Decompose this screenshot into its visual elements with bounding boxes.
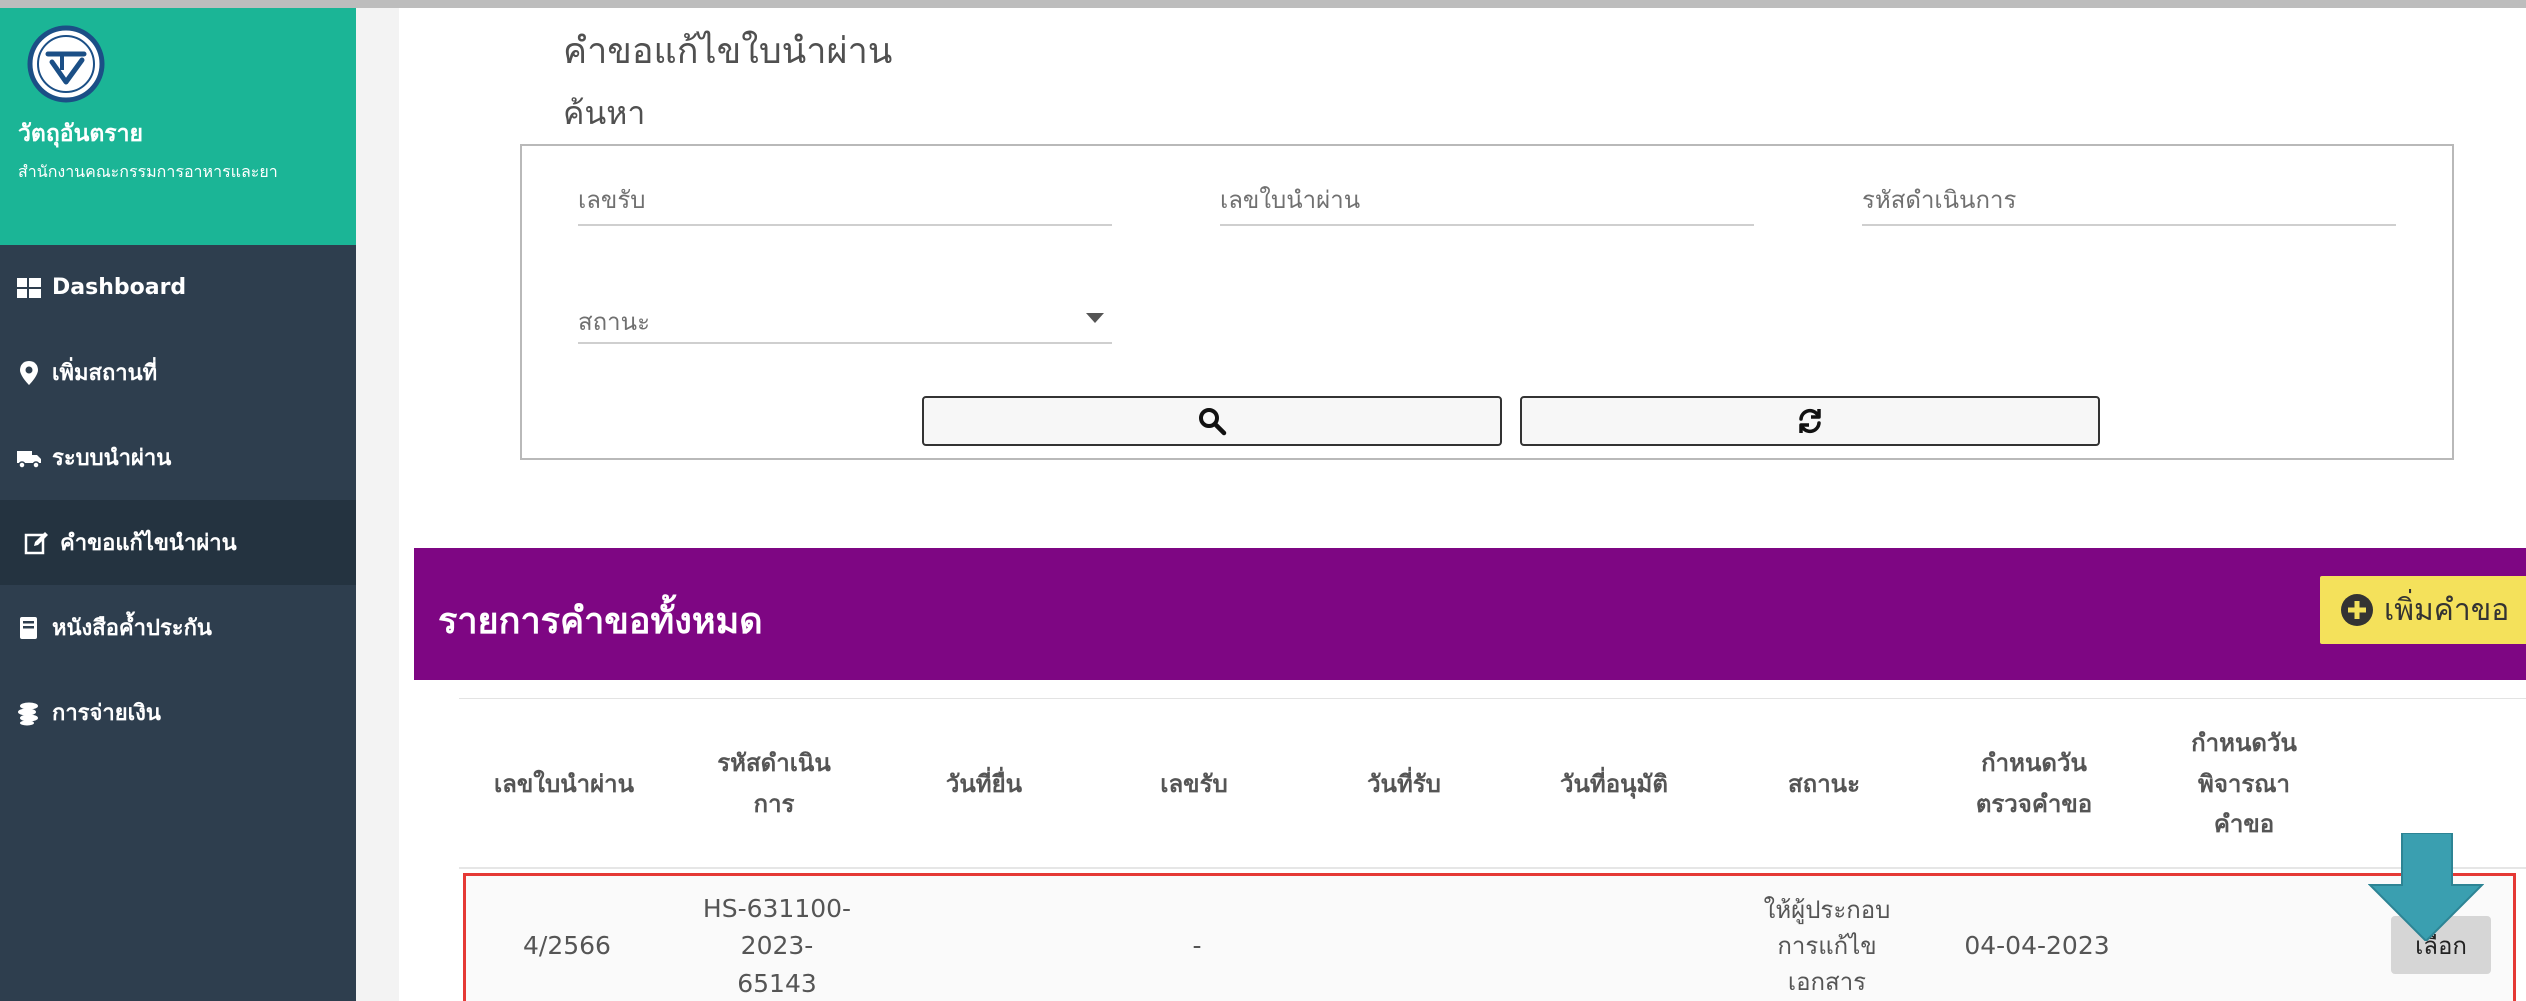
column-header: วันที่ยื่น	[945, 769, 1023, 798]
edit-icon	[24, 531, 48, 554]
sidebar-item-label: ระบบนำผ่าน	[52, 446, 172, 471]
license-no-input[interactable]	[1220, 176, 1754, 224]
cell-status: ให้ผู้ประกอบการแก้ไขเอกสาร	[1763, 896, 1891, 996]
brand-subtitle: สำนักงานคณะกรรมการอาหารและยา	[18, 162, 278, 181]
request-list-header: รายการคำขอทั้งหมด	[414, 548, 2526, 680]
table-row[interactable]: 4/2566 HS-631100-2023-65143 - ให้ผู้ประก…	[463, 873, 2516, 1001]
request-list-title: รายการคำขอทั้งหมด	[438, 601, 763, 642]
content-panel: คำขอแก้ไขใบนำผ่าน ค้นหา สถานะ	[399, 0, 2526, 1001]
logo-icon	[27, 25, 105, 103]
sidebar-item-label: หนังสือค้ำประกัน	[52, 616, 212, 641]
table-header: เลขใบนำผ่าน รหัสดำเนินการ วันที่ยื่น เลข…	[459, 699, 2526, 869]
search-panel: สถานะ	[520, 144, 2454, 460]
dashboard-icon	[17, 277, 41, 298]
truck-icon	[17, 450, 41, 469]
cell-approve-date	[1512, 876, 1722, 1001]
operation-code-field	[1862, 176, 2396, 226]
add-request-label: เพิ่มคำขอ	[2384, 592, 2510, 628]
status-select-value: สถานะ	[578, 308, 650, 336]
column-header: รหัสดำเนินการ	[717, 749, 831, 818]
sidebar-item-add-place[interactable]: เพิ่มสถานที่	[0, 330, 356, 415]
cell-receive-date	[1302, 876, 1512, 1001]
sidebar-nav: Dashboard เพิ่มสถานที่ ระบบนำผ่าน คำขอแก…	[0, 245, 356, 755]
sidebar-item-edit-request[interactable]: คำขอแก้ไขนำผ่าน	[0, 500, 356, 585]
plus-circle-icon	[2341, 594, 2373, 626]
column-header: เลขรับ	[1160, 769, 1228, 798]
sidebar-item-transit-system[interactable]: ระบบนำผ่าน	[0, 415, 356, 500]
search-heading: ค้นหา	[563, 94, 646, 132]
pointer-arrow-icon	[2368, 833, 2484, 941]
cell-license-no: 4/2566	[523, 931, 611, 961]
sidebar-item-label: คำขอแก้ไขนำผ่าน	[60, 531, 237, 556]
brand-header: วัตถุอันตราย สำนักงานคณะกรรมการอาหารและย…	[0, 0, 356, 245]
main-content: คำขอแก้ไขใบนำผ่าน ค้นหา สถานะ	[356, 0, 2526, 1001]
top-bar	[0, 0, 2526, 8]
column-header: กำหนดวันตรวจคำขอ	[1975, 749, 2093, 818]
coins-icon	[18, 702, 38, 725]
status-select[interactable]: สถานะ	[578, 294, 1112, 344]
sidebar: วัตถุอันตราย สำนักงานคณะกรรมการอาหารและย…	[0, 0, 356, 1001]
column-header: สถานะ	[1788, 769, 1860, 798]
cell-operation-code: HS-631100-2023-65143	[702, 893, 852, 998]
sidebar-item-guarantee-letter[interactable]: หนังสือค้ำประกัน	[0, 585, 356, 670]
request-table: เลขใบนำผ่าน รหัสดำเนินการ วันที่ยื่น เลข…	[459, 698, 2526, 1001]
operation-code-input[interactable]	[1862, 176, 2396, 224]
brand-title: วัตถุอันตราย	[18, 121, 143, 147]
receipt-no-input[interactable]	[578, 176, 1112, 224]
reset-button[interactable]	[1520, 396, 2100, 446]
column-header: กำหนดวันพิจารณาคำขอ	[2191, 728, 2297, 839]
sidebar-item-dashboard[interactable]: Dashboard	[0, 245, 356, 330]
sidebar-item-label: การจ่ายเงิน	[52, 701, 161, 726]
cell-inspect-due: 04-04-2023	[1964, 931, 2110, 961]
cell-receipt-no: -	[1192, 931, 1202, 961]
receipt-no-field	[578, 176, 1112, 226]
column-header: วันที่รับ	[1367, 769, 1441, 798]
refresh-icon	[1799, 408, 1821, 434]
sidebar-item-label: Dashboard	[52, 275, 187, 300]
sidebar-item-label: เพิ่มสถานที่	[52, 361, 158, 386]
search-icon	[1199, 408, 1227, 436]
cell-submit-date	[882, 876, 1092, 1001]
app-window: วัตถุอันตราย สำนักงานคณะกรรมการอาหารและย…	[0, 0, 2526, 1001]
column-header: เลขใบนำผ่าน	[493, 769, 635, 798]
search-button[interactable]	[922, 396, 1502, 446]
book-icon	[20, 616, 37, 639]
page-title: คำขอแก้ไขใบนำผ่าน	[563, 31, 893, 72]
cell-consider-due	[2142, 876, 2352, 1001]
sidebar-item-payment[interactable]: การจ่ายเงิน	[0, 670, 356, 755]
add-request-button[interactable]: เพิ่มคำขอ	[2320, 576, 2526, 644]
map-marker-icon	[20, 360, 38, 385]
license-no-field	[1220, 176, 1754, 226]
caret-down-icon	[1086, 313, 1104, 323]
column-header: วันที่อนุมัติ	[1560, 769, 1668, 798]
